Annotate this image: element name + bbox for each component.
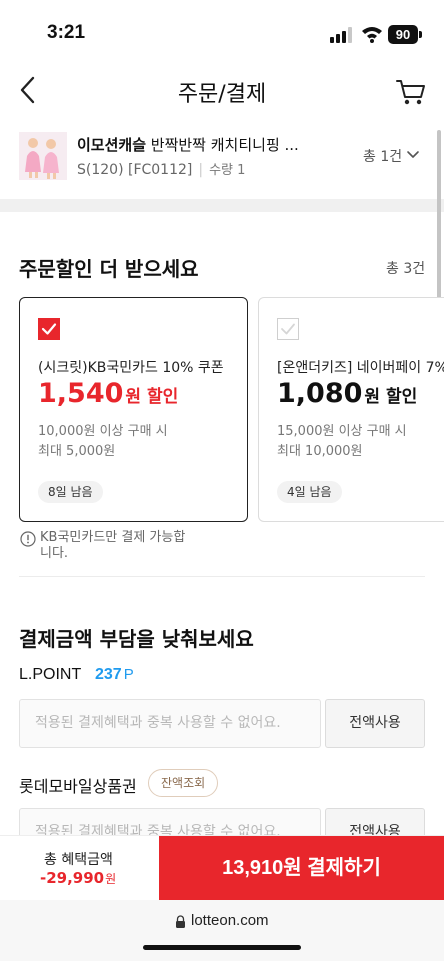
total-benefit-unit: 원 [105, 872, 117, 886]
lpoint-input[interactable]: 적용된 결제혜택과 중복 사용할 수 없어요. [19, 699, 321, 748]
lock-icon [176, 915, 185, 928]
battery-tip [419, 31, 422, 38]
cellular-signal-icon [330, 27, 352, 43]
page-title: 주문/결제 [177, 82, 267, 107]
payment-section-title: 결제금액 부담을 낮춰보세요 [19, 627, 254, 651]
coupon-name: [온앤더키즈] 네이버페이 7% [277, 360, 444, 376]
lpoint-use-all-button[interactable]: 전액사용 [325, 699, 425, 748]
pay-button[interactable]: 13,910원 결제하기 [159, 836, 444, 901]
coupon-conditions: 10,000원 이상 구매 시 최대 5,000원 [38, 422, 168, 462]
balance-check-button[interactable]: 잔액조회 [148, 769, 219, 797]
product-name: 이모션캐슬 반짝반짝 캐치티니핑 ... [77, 134, 313, 155]
total-benefit-amount: -29,990원 [40, 869, 116, 887]
coupon-discount: 1,080 원 할인 [277, 378, 417, 409]
gift-card-label: 롯데모바일상품권 [19, 777, 137, 796]
coupon-max-discount: 최대 10,000원 [277, 444, 363, 459]
coupon-discount-unit: 원 할인 [364, 387, 418, 407]
cart-icon[interactable] [396, 78, 426, 106]
coupon-card-kb[interactable]: (시크릿)KB국민카드 10% 쿠폰 1,540 원 할인 10,000원 이상 … [19, 297, 248, 522]
coupon-discount-amount: 1,540 [38, 378, 124, 409]
option-divider: | [198, 162, 204, 178]
coupon-count: 총 3건 [386, 261, 426, 277]
section-separator [0, 199, 444, 212]
product-quantity: 수량 1 [209, 163, 246, 178]
coupon-discount-unit: 원 할인 [125, 387, 179, 407]
coupon-min-purchase: 10,000원 이상 구매 시 [38, 424, 168, 439]
coupon-discount: 1,540 원 할인 [38, 378, 178, 409]
home-indicator[interactable] [143, 945, 301, 950]
lpoint-label: L.POINT [19, 666, 82, 683]
coupon-days-left-badge: 8일 남음 [38, 481, 103, 503]
product-brand: 이모션캐슬 [77, 136, 147, 154]
product-option-line: S(120) [FC0112] | 수량 1 [77, 159, 245, 178]
coupon-min-purchase: 15,000원 이상 구매 시 [277, 424, 407, 439]
coupon-discount-amount: 1,080 [277, 378, 363, 409]
product-total-count[interactable]: 총 1건 [363, 146, 402, 166]
total-benefit-value: -29,990 [40, 869, 105, 887]
order-product-summary[interactable]: 이모션캐슬 반짝반짝 캐치티니핑 ... S(120) [FC0112] | 수량 … [0, 122, 444, 194]
info-icon [20, 531, 36, 547]
lpoint-unit: P [123, 666, 134, 683]
battery-indicator: 90 [388, 25, 418, 44]
checkbox-unchecked-icon[interactable] [277, 318, 299, 340]
coupon-section-title: 주문할인 더 받으세요 [19, 257, 199, 281]
total-benefit-label: 총 혜택금액 [44, 852, 113, 868]
url-text[interactable]: lotteon.com [191, 912, 269, 929]
status-time: 3:21 [47, 22, 86, 43]
coupon-note: KB국민카드만 결제 가능합니다. [40, 530, 186, 561]
wifi-icon [362, 27, 382, 43]
browser-address-bar[interactable]: lotteon.com [0, 900, 444, 961]
status-bar: 3:21 90 [0, 0, 444, 62]
coupon-days-left-badge: 4일 남음 [277, 481, 342, 503]
checkbox-checked-icon[interactable] [38, 318, 60, 340]
coupon-max-discount: 최대 5,000원 [38, 444, 116, 459]
product-title: 반짝반짝 캐치티니핑 ... [146, 136, 299, 154]
nav-bar: 주문/결제 [0, 62, 444, 118]
lpoint-balance: 237 P [95, 666, 134, 684]
product-thumbnail [19, 132, 67, 180]
divider [19, 576, 425, 577]
lpoint-amount: 237 [95, 666, 122, 683]
coupon-name: (시크릿)KB국민카드 10% 쿠폰 [38, 360, 224, 376]
coupon-conditions: 15,000원 이상 구매 시 최대 10,000원 [277, 422, 407, 462]
product-option: S(120) [FC0112] [77, 162, 193, 178]
bottom-pay-bar: 총 혜택금액 -29,990원 13,910원 결제하기 [0, 835, 444, 901]
chevron-down-icon[interactable] [406, 148, 420, 162]
coupon-card-naverpay[interactable]: [온앤더키즈] 네이버페이 7% 1,080 원 할인 15,000원 이상 구매… [258, 297, 444, 522]
